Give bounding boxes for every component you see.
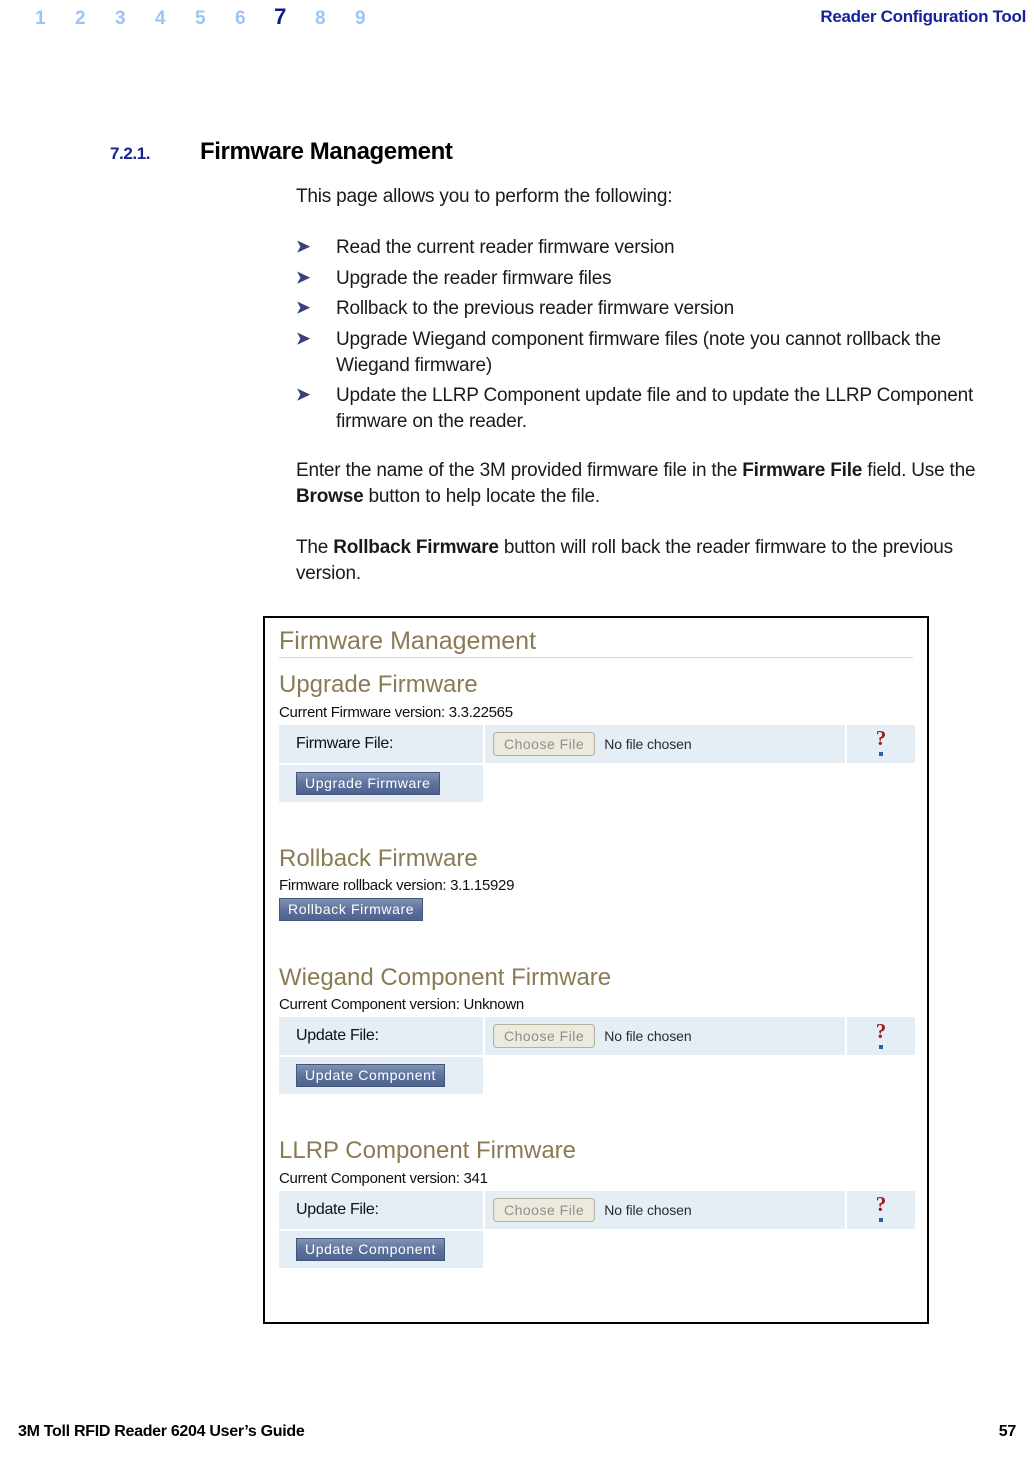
firmware-rollback-version: Firmware rollback version: 3.1.15929 [279,877,515,895]
chapter-number-5: 5 [194,8,206,29]
title-divider [279,657,913,659]
section-heading: 7.2.1. Firmware Management [0,138,1034,166]
list-item: ➤ Rollback to the previous reader firmwa… [296,296,1018,322]
browse-term: Browse [296,485,364,507]
upgrade-firmware-action-row: Upgrade Firmware [279,764,483,802]
current-firmware-version: Current Firmware version: 3.3.22565 [279,703,513,721]
llrp-update-component-action-row: Update Component [279,1230,483,1268]
list-item-label: Upgrade Wiegand component firmware files… [336,328,941,376]
page-title: Firmware Management [200,138,453,165]
rollback-firmware-term: Rollback Firmware [333,537,499,558]
list-item-label: Rollback to the previous reader firmware… [336,298,735,320]
web-ui-page-title: Firmware Management [279,627,537,655]
wiegand-component-version: Current Component version: Unknown [279,996,524,1014]
wiegand-component-firmware-section: Wiegand Component Firmware Current Compo… [279,964,915,1095]
rollback-firmware-action-row: Rollback Firmware [279,898,913,922]
llrp-update-file-input-cell[interactable]: Choose File No file chosen [485,1190,845,1229]
chapter-number-1: 1 [34,8,46,29]
question-mark-dot-icon [879,1044,883,1049]
list-item: ➤ Upgrade Wiegand component firmware fil… [296,327,1018,378]
chapter-number-8: 8 [314,8,326,29]
footer-document-title: 3M Toll RFID Reader 6204 User’s Guide [18,1423,305,1440]
chapter-number-3: 3 [114,8,126,29]
rollback-firmware-button[interactable]: Rollback Firmware [279,898,424,922]
chapter-number-9: 9 [354,8,366,29]
chapter-number-4: 4 [154,8,166,29]
file-status-text: No file chosen [604,735,692,752]
running-header: 1 2 3 4 5 6 7 8 9 Reader Configuration T… [0,0,1034,34]
chapter-number-7-active: 7 [274,4,286,29]
file-status-text: No file chosen [604,1201,692,1218]
choose-file-button[interactable]: Choose File [493,731,596,756]
chapter-number-strip: 1 2 3 4 5 6 7 8 9 [20,4,380,30]
wiegand-update-file-row: Update File: Choose File No file chosen … [279,1017,915,1056]
chapter-number-6: 6 [234,8,246,29]
firmware-file-label: Firmware File: [279,724,483,763]
update-component-button[interactable]: Update Component [296,1064,446,1088]
web-ui-content: Firmware Management Upgrade Firmware Cur… [265,618,927,1322]
list-item-label: Upgrade the reader firmware files [336,267,612,289]
question-mark-icon[interactable]: ? [876,1194,887,1215]
update-component-button[interactable]: Update Component [296,1237,446,1261]
file-status-text: No file chosen [604,1028,692,1045]
instruction-text-part-3: button to help locate the file. [363,485,601,507]
chevron-bullet-icon: ➤ [296,298,311,318]
question-mark-dot-icon [879,752,883,757]
firmware-file-row: Firmware File: Choose File No file chose… [279,724,915,763]
chevron-bullet-icon: ➤ [296,385,311,405]
help-cell[interactable]: ? [847,1017,915,1056]
rollback-firmware-heading: Rollback Firmware [279,844,478,872]
upgrade-firmware-button[interactable]: Upgrade Firmware [296,771,440,795]
wiegand-update-component-action-row: Update Component [279,1057,483,1095]
list-item-label: Read the current reader firmware version [336,237,675,258]
choose-file-button[interactable]: Choose File [493,1197,596,1222]
section-number: 7.2.1. [110,144,151,163]
running-footer: 3M Toll RFID Reader 6204 User’s Guide 57 [0,1423,1034,1441]
choose-file-button[interactable]: Choose File [493,1024,596,1049]
footer-page-number: 57 [998,1423,1017,1440]
chevron-bullet-icon: ➤ [296,328,311,348]
instruction-text-part-1: Enter the name of the 3M provided firmwa… [296,460,743,481]
rollback-firmware-section: Rollback Firmware Firmware rollback vers… [279,844,913,922]
chevron-bullet-icon: ➤ [296,267,311,287]
help-cell[interactable]: ? [847,724,915,763]
feature-bullet-list: ➤ Read the current reader firmware versi… [296,235,1018,439]
llrp-component-firmware-section: LLRP Component Firmware Current Componen… [279,1137,915,1268]
intro-paragraph: This page allows you to perform the foll… [296,186,673,207]
llrp-update-file-label: Update File: [279,1190,483,1229]
firmware-file-input-cell[interactable]: Choose File No file chosen [485,724,845,763]
wiegand-update-file-input-cell[interactable]: Choose File No file chosen [485,1017,845,1056]
chapter-number-2: 2 [74,8,86,29]
firmware-management-screenshot: Firmware Management Upgrade Firmware Cur… [263,616,929,1324]
question-mark-icon[interactable]: ? [876,1021,887,1042]
firmware-file-instructions: Enter the name of the 3M provided firmwa… [296,458,1016,509]
list-item: ➤ Upgrade the reader firmware files [296,266,1018,292]
llrp-component-heading: LLRP Component Firmware [279,1137,577,1165]
chevron-bullet-icon: ➤ [296,237,311,256]
list-item-label: Update the LLRP Component update file an… [336,385,974,432]
rollback-instructions: The Rollback Firmware button will roll b… [296,535,1016,586]
question-mark-dot-icon [879,1218,883,1223]
upgrade-firmware-heading: Upgrade Firmware [279,671,478,699]
help-cell[interactable]: ? [847,1190,915,1229]
question-mark-icon[interactable]: ? [876,728,887,749]
llrp-component-version: Current Component version: 341 [279,1169,488,1187]
header-title: Reader Configuration Tool [820,7,1026,26]
wiegand-update-file-label: Update File: [279,1017,483,1056]
instruction-text-part-2: field. Use the [862,460,976,481]
upgrade-firmware-section: Upgrade Firmware Current Firmware versio… [279,671,915,802]
llrp-update-file-row: Update File: Choose File No file chosen … [279,1190,915,1229]
wiegand-component-heading: Wiegand Component Firmware [279,964,612,992]
firmware-file-term: Firmware File [742,460,863,481]
list-item: ➤ Read the current reader firmware versi… [296,235,1018,261]
rollback-text-part-1: The [296,537,334,558]
list-item: ➤ Update the LLRP Component update file … [296,383,1018,434]
